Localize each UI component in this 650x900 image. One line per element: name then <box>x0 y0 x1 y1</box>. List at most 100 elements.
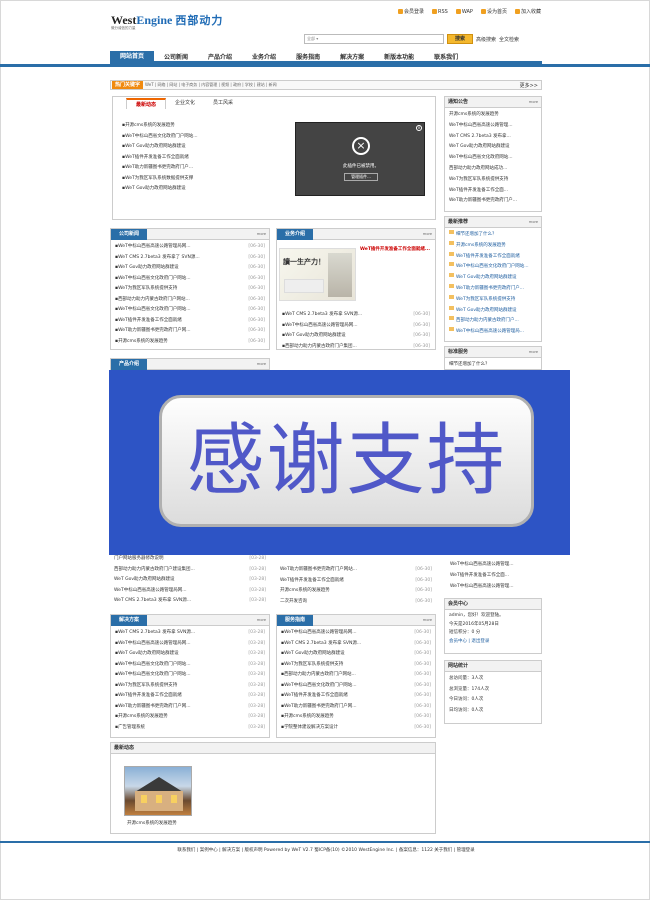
list-item[interactable]: 细节还增加了什么？ <box>449 230 537 241</box>
nav-company-news[interactable]: 公司新闻 <box>154 52 198 61</box>
site-logo[interactable]: WestEngine 西部动力 微分诚信的力量 <box>111 12 223 31</box>
list-item[interactable]: WeT中标山西省高速公路管理... <box>449 121 537 132</box>
list-item[interactable]: ▪ WeT插件开发准备工作全面就绪[06-30] <box>115 316 265 327</box>
nav-contact[interactable]: 联系我们 <box>424 52 468 61</box>
list-item[interactable]: ▪ WeT Gov助力政府网站群建设 [03-28] <box>115 649 265 660</box>
list-item[interactable]: ▪ 西部动力助力内蒙古政府门户网站... [06-30] <box>281 670 431 681</box>
list-item[interactable]: WeT助力新疆图书更完政府门户... <box>449 196 537 207</box>
list-item[interactable]: 西部动力助力内蒙古政府门户建设集团... [03-28] <box>114 565 266 576</box>
toplink-favorite[interactable]: 加入收藏 <box>514 8 541 15</box>
list-item[interactable]: WeT插件开发准备工作全面... <box>450 571 538 582</box>
solutions-more[interactable]: more <box>257 618 266 622</box>
list-item[interactable]: ▪ WeT CMS 2.7beta3 发布拿了 SVN源... [06-30] <box>115 253 265 264</box>
list-item[interactable]: WeT插件开发准备工作全面就绪 [06-30] <box>280 576 432 587</box>
list-item[interactable]: WeT助力新疆图书更完政府门户... <box>449 284 537 295</box>
list-item[interactable]: 开源cms系统的发展趋势 <box>449 110 537 121</box>
list-item[interactable]: WeT中标山西省高速公路管理局网... [03-28] <box>114 586 266 597</box>
service-guide-more[interactable]: more <box>423 618 432 622</box>
product-more[interactable]: more <box>257 362 266 366</box>
list-item[interactable]: WeT Gov助力政府网站群建设 <box>449 142 537 153</box>
list-item[interactable]: ▪ WeT中标山西省文化政府门户网站...[06-30] <box>115 274 265 285</box>
list-item[interactable]: ▪ WeT CMS 2.7beta3 发布拿 SVN源... [06-30] <box>281 639 431 650</box>
list-item[interactable]: WeT为我区军队系统提供支持 <box>449 295 537 306</box>
photo-caption[interactable]: 开源cms系统的发展趋势 <box>127 820 177 826</box>
business-more[interactable]: more <box>423 232 432 236</box>
list-item[interactable]: ▪ 开源cms系统的发展趋势 [03-28] <box>115 712 265 723</box>
list-item[interactable]: WeT Gov助力政府网站群建设 <box>449 273 537 284</box>
toplink-rss[interactable]: RSS <box>432 8 448 15</box>
nav-products[interactable]: 产品介绍 <box>198 52 242 61</box>
list-item[interactable]: 二次开发咨询 [06-30] <box>280 597 432 608</box>
list-item[interactable]: 开源cms系统的发展趋势 <box>449 241 537 252</box>
list-item[interactable]: ▪ WeT助力新疆图书更完政府门户...[06-30] <box>122 163 314 174</box>
list-item[interactable]: ▪ WeT Gov助力政府网站群建设[06-30] <box>122 142 314 153</box>
hot-more-link[interactable]: 更多>> <box>520 82 538 89</box>
toplink-login[interactable]: 会员登录 <box>398 8 424 15</box>
list-item[interactable]: ▪ WeT Gov助力政府网站群建设[06-30] <box>281 649 431 660</box>
list-item[interactable]: ▪ 西部动力助力内蒙古政府门户集团... [06-30] <box>282 342 430 353</box>
list-item[interactable]: WeT CMS 2.7beta3 发布拿 SVN源... [03-28] <box>114 596 266 607</box>
list-item[interactable]: ▪ WeT中标山西省文化政府门户网站...[06-30] <box>122 132 314 143</box>
nav-new-features[interactable]: 新版本功能 <box>374 52 424 61</box>
list-item[interactable]: 开源cms系统的发展趋势 [06-30] <box>280 586 432 597</box>
news-photo[interactable] <box>124 766 192 816</box>
list-item[interactable]: ▪ WeT中标山西省高速公路管理局网... [06-30] <box>115 242 265 253</box>
nav-home[interactable]: 网站首页 <box>110 50 155 63</box>
business-headline[interactable]: WeT插件开发准备工作全面就绪... <box>360 246 438 252</box>
tab-staff[interactable]: 员工风采 <box>204 98 242 109</box>
list-item[interactable]: ▪ WeT中标山西省高速公路管理局网... [06-30] <box>281 628 431 639</box>
search-button[interactable]: 搜索 <box>447 34 473 44</box>
list-item[interactable]: WeT Gov助力政府网站群建设 [03-28] <box>114 575 266 586</box>
list-item[interactable]: ▪ 开源cms系统的发展趋势[06-30] <box>281 712 431 723</box>
list-item[interactable]: ▪ WeT助力新疆图书更完政府门户网... [03-28] <box>115 702 265 713</box>
list-item[interactable]: ▪ 开源cms系统的发展趋势[06-30] <box>115 337 265 348</box>
fulltext-search-link[interactable]: 全文检索 <box>499 36 519 43</box>
standard-more[interactable]: more <box>529 350 538 354</box>
list-item[interactable]: 西部动力助力政府网站成功... <box>449 164 537 175</box>
list-item[interactable]: WeT CMS 2.7beta3 发布拿... <box>449 132 537 143</box>
toplink-homepage[interactable]: 设为首页 <box>480 8 507 15</box>
list-item[interactable]: ▪ 西部动力助力内蒙古政府门户网站... [06-30] <box>115 295 265 306</box>
list-item[interactable]: ▪ WeT Gov助力政府网站群建设[06-30] <box>115 263 265 274</box>
list-item[interactable]: WeT中标山西省高速公路管理... <box>450 582 538 593</box>
list-item[interactable]: WeT插件开发准备工作全面... <box>449 186 537 197</box>
list-item[interactable]: ▪ WeT插件开发准备工作全面就绪[06-30] <box>122 153 314 164</box>
list-item[interactable]: ▪ WeT助力新疆图书更完政府门户网... [06-30] <box>115 326 265 337</box>
list-item[interactable]: ▪ WeT中标山西省高速公路管理局网... [03-28] <box>115 639 265 650</box>
list-item[interactable]: WeT助力新疆图书更完政府门户网站... [06-30] <box>280 565 432 576</box>
list-item[interactable]: ▪ WeT CMS 2.7beta3 发布拿 SVN源... [03-28] <box>115 628 265 639</box>
notice-more[interactable]: more <box>529 100 538 104</box>
member-links[interactable]: 会员中心 | 退出登录 <box>449 638 537 647</box>
list-item[interactable]: ▪ WeT为我区军队系统提供支持 [06-30] <box>115 284 265 295</box>
nav-solutions[interactable]: 解决方案 <box>330 52 374 61</box>
nav-service-guide[interactable]: 服务指南 <box>286 52 330 61</box>
list-item[interactable]: ▪ 学院整体建设解决方案设计 [06-30] <box>281 723 431 734</box>
hot-keywords-list[interactable]: WeT | 网络 | 网站 | 电子商务 | 内容管理 | 视频 | 政府 | … <box>145 82 277 88</box>
list-item[interactable]: ▪ WeT中标山西省文化政府门户网站... [03-28] <box>115 660 265 671</box>
search-input[interactable]: 全部 ▾ <box>304 34 444 44</box>
list-item[interactable]: ▪ WeT Gov助力政府网站群建设[06-30] <box>122 184 314 195</box>
recommend-more[interactable]: more <box>529 220 538 224</box>
list-item[interactable]: ▪ WeT为我区军队系统提供支持 [06-30] <box>281 660 431 671</box>
footer-links[interactable]: 联系我们 | 案例中心 | 解决方案 | 版权声明 Powered by WeT… <box>110 847 542 853</box>
manage-plugin-button[interactable]: 管理插件... <box>344 173 378 181</box>
tab-latest[interactable]: 最新动态 <box>126 98 167 109</box>
list-item[interactable]: ▪ WeT Gov助力政府网站群建设[06-30] <box>282 331 430 342</box>
search-scope-select[interactable]: 全部 <box>307 36 315 41</box>
list-item[interactable]: ▪ WeT为我区军队系统提供支持 [03-28] <box>115 681 265 692</box>
toplink-wap[interactable]: WAP <box>455 8 473 15</box>
list-item[interactable]: WeT中标山西省文化政府网站... <box>449 153 537 164</box>
list-item[interactable]: WeT Gov助力政府网站群建设 <box>449 306 537 317</box>
advanced-search-link[interactable]: 高级搜索 <box>476 36 496 43</box>
list-item[interactable]: ▪ WeT中标山西省文化政府门户网站... [03-28] <box>115 670 265 681</box>
nav-business[interactable]: 业务介绍 <box>242 52 286 61</box>
list-item[interactable]: ▪ WeT CMS 2.7beta3 发布拿 SVN源... [06-30] <box>282 310 430 321</box>
list-item[interactable]: ▪ 开源cms系统的发展趋势[06-30] <box>122 121 314 132</box>
tab-culture[interactable]: 企业文化 <box>166 98 204 109</box>
list-item[interactable]: ▪ WeT助力新疆图书更完政府门户网... [06-30] <box>281 702 431 713</box>
list-item[interactable]: WeT为我区军队系统提供支持 <box>449 175 537 186</box>
list-item[interactable]: WeT插件开发准备工作全面就绪 <box>449 252 537 263</box>
list-item[interactable]: WeT中标山西省高速公路管理局... <box>449 327 537 338</box>
list-item[interactable]: ▪ 广告管理系统 [03-28] <box>115 723 265 734</box>
list-item[interactable]: ▪ WeT插件开发准备工作全面就绪 [03-28] <box>115 691 265 702</box>
